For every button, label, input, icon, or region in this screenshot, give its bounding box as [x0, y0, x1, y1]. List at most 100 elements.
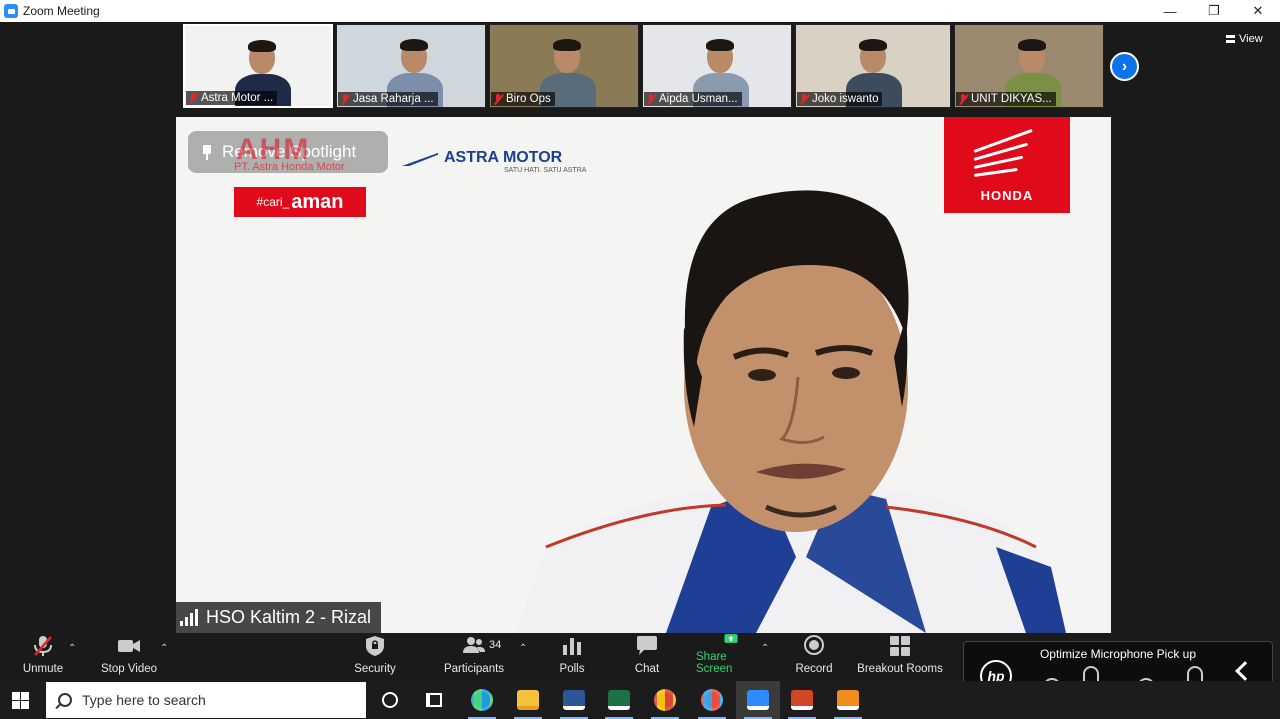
- microphone-muted-icon: [188, 92, 198, 104]
- collapse-panel-icon[interactable]: [1235, 661, 1255, 681]
- participant-name: Joko iswanto: [812, 93, 879, 105]
- record-label: Record: [795, 663, 833, 675]
- taskbar-app-button[interactable]: [460, 681, 504, 719]
- word-icon: [563, 690, 585, 710]
- campaign-word: aman: [291, 190, 344, 213]
- ahm-logo-subtitle: PT. Astra Honda Motor: [234, 161, 345, 173]
- stop-video-button[interactable]: Stop Video: [98, 633, 160, 681]
- chevron-right-icon: ›: [1121, 57, 1128, 75]
- campaign-prefix: #cari_: [256, 195, 290, 209]
- speaker-name: HSO Kaltim 2 - Rizal: [206, 607, 372, 627]
- search-icon: [58, 693, 72, 707]
- share-options-caret-icon[interactable]: ⌃: [761, 643, 769, 654]
- window-titlebar: Zoom Meeting — ❐ ✕: [0, 0, 1280, 22]
- microphone-muted-icon: [34, 636, 52, 656]
- security-button[interactable]: Security: [350, 633, 400, 681]
- microphone-muted-icon: [493, 93, 503, 105]
- astra-motor-logo: ASTRA MOTOR: [402, 149, 562, 167]
- share-screen-button[interactable]: Share Screen: [696, 633, 766, 681]
- astra-swoosh-icon: [402, 150, 438, 166]
- minimize-button[interactable]: —: [1148, 0, 1192, 22]
- excel-icon: [608, 690, 630, 710]
- participant-thumbnail[interactable]: Jasa Raharja ...: [336, 24, 486, 108]
- chrome-icon: [654, 689, 676, 711]
- taskbar-app-button[interactable]: [780, 681, 824, 719]
- hp-panel-title: Optimize Microphone Pick up: [1039, 647, 1197, 661]
- polls-icon: [563, 638, 581, 655]
- close-button[interactable]: ✕: [1236, 0, 1280, 22]
- microphone-muted-icon: [799, 93, 809, 105]
- taskbar-search-box[interactable]: [46, 682, 366, 718]
- task-view-icon: [426, 693, 442, 707]
- chat-icon: [637, 636, 657, 655]
- powerpoint-icon: [791, 690, 813, 710]
- gallery-view-icon: [1226, 35, 1235, 43]
- edge-icon: [471, 689, 493, 711]
- participant-name: Jasa Raharja ...: [353, 93, 434, 105]
- honda-logo: HONDA: [944, 117, 1070, 213]
- taskbar-app-button[interactable]: [643, 681, 687, 719]
- windows-start-button[interactable]: [12, 692, 29, 709]
- cortana-icon: [382, 692, 398, 708]
- windows-taskbar: [0, 681, 1280, 719]
- participant-name-label: Astra Motor ...: [186, 91, 278, 105]
- cari-aman-logo: #cari_ aman: [234, 187, 366, 217]
- pin-icon: [202, 145, 212, 160]
- participant-gallery-strip: Astra Motor ... Jasa Raharja ... Biro Ops A…: [183, 24, 1107, 110]
- next-page-button[interactable]: ›: [1110, 52, 1139, 81]
- microphone-muted-icon: [646, 93, 656, 105]
- taskbar-app-button[interactable]: [412, 681, 456, 719]
- taskbar-search-input[interactable]: [82, 692, 332, 708]
- audio-options-caret-icon[interactable]: ⌃: [68, 643, 76, 654]
- astra-tagline: SATU HATI. SATU ASTRA: [504, 167, 587, 174]
- zoom-app-icon: [4, 4, 18, 18]
- view-button[interactable]: View: [1226, 33, 1263, 45]
- window-controls: — ❐ ✕: [1148, 0, 1280, 22]
- unmute-label: Unmute: [22, 663, 64, 675]
- connection-signal-icon: [180, 608, 198, 626]
- media-player-icon: [837, 690, 859, 710]
- participant-thumbnail[interactable]: Aipda Usman...: [642, 24, 792, 108]
- taskbar-app-button[interactable]: [368, 681, 412, 719]
- taskbar-app-button[interactable]: [552, 681, 596, 719]
- participant-thumbnail[interactable]: Biro Ops: [489, 24, 639, 108]
- stop-video-label: Stop Video: [100, 663, 158, 675]
- paint-icon: [701, 689, 723, 711]
- meeting-stage: Astra Motor ... Jasa Raharja ... Biro Ops A…: [0, 22, 1280, 633]
- shield-icon: [366, 636, 384, 656]
- polls-button[interactable]: Polls: [552, 633, 592, 681]
- participants-count: 34: [489, 639, 502, 651]
- participants-options-caret-icon[interactable]: ⌃: [519, 643, 527, 654]
- restore-button[interactable]: ❐: [1192, 0, 1236, 22]
- honda-wordmark: HONDA: [980, 188, 1034, 203]
- taskbar-app-button[interactable]: [506, 681, 550, 719]
- participant-name: Aipda Usman...: [659, 93, 738, 105]
- participant-name: UNIT DIKYAS...: [971, 93, 1052, 105]
- breakout-rooms-icon: [890, 636, 910, 656]
- spotlight-video[interactable]: Remove Spotlight AHM PT. Astra Honda Mot…: [176, 117, 1111, 633]
- unmute-button[interactable]: Unmute: [18, 633, 68, 681]
- participant-name-label: Biro Ops: [491, 92, 555, 106]
- participant-thumbnail[interactable]: Joko iswanto: [795, 24, 951, 108]
- security-label: Security: [354, 663, 396, 675]
- share-screen-icon: [724, 634, 738, 643]
- breakout-rooms-button[interactable]: Breakout Rooms: [857, 633, 943, 681]
- participant-name-label: Aipda Usman...: [644, 92, 742, 106]
- share-screen-label: Share Screen: [696, 651, 733, 675]
- file-explorer-icon: [517, 690, 539, 710]
- taskbar-app-button[interactable]: [736, 681, 780, 719]
- participant-name: Biro Ops: [506, 93, 551, 105]
- chat-button[interactable]: Chat: [627, 633, 667, 681]
- participants-icon: [463, 637, 485, 653]
- participant-thumbnail[interactable]: Astra Motor ...: [183, 24, 333, 108]
- record-icon: [804, 635, 824, 655]
- participant-name: Astra Motor ...: [201, 92, 274, 104]
- taskbar-app-button[interactable]: [690, 681, 734, 719]
- video-options-caret-icon[interactable]: ⌃: [160, 643, 168, 654]
- taskbar-app-button[interactable]: [826, 681, 870, 719]
- record-button[interactable]: Record: [791, 633, 837, 681]
- chat-label: Chat: [634, 663, 660, 675]
- polls-label: Polls: [559, 663, 585, 675]
- participant-thumbnail[interactable]: UNIT DIKYAS...: [954, 24, 1104, 108]
- taskbar-app-button[interactable]: [597, 681, 641, 719]
